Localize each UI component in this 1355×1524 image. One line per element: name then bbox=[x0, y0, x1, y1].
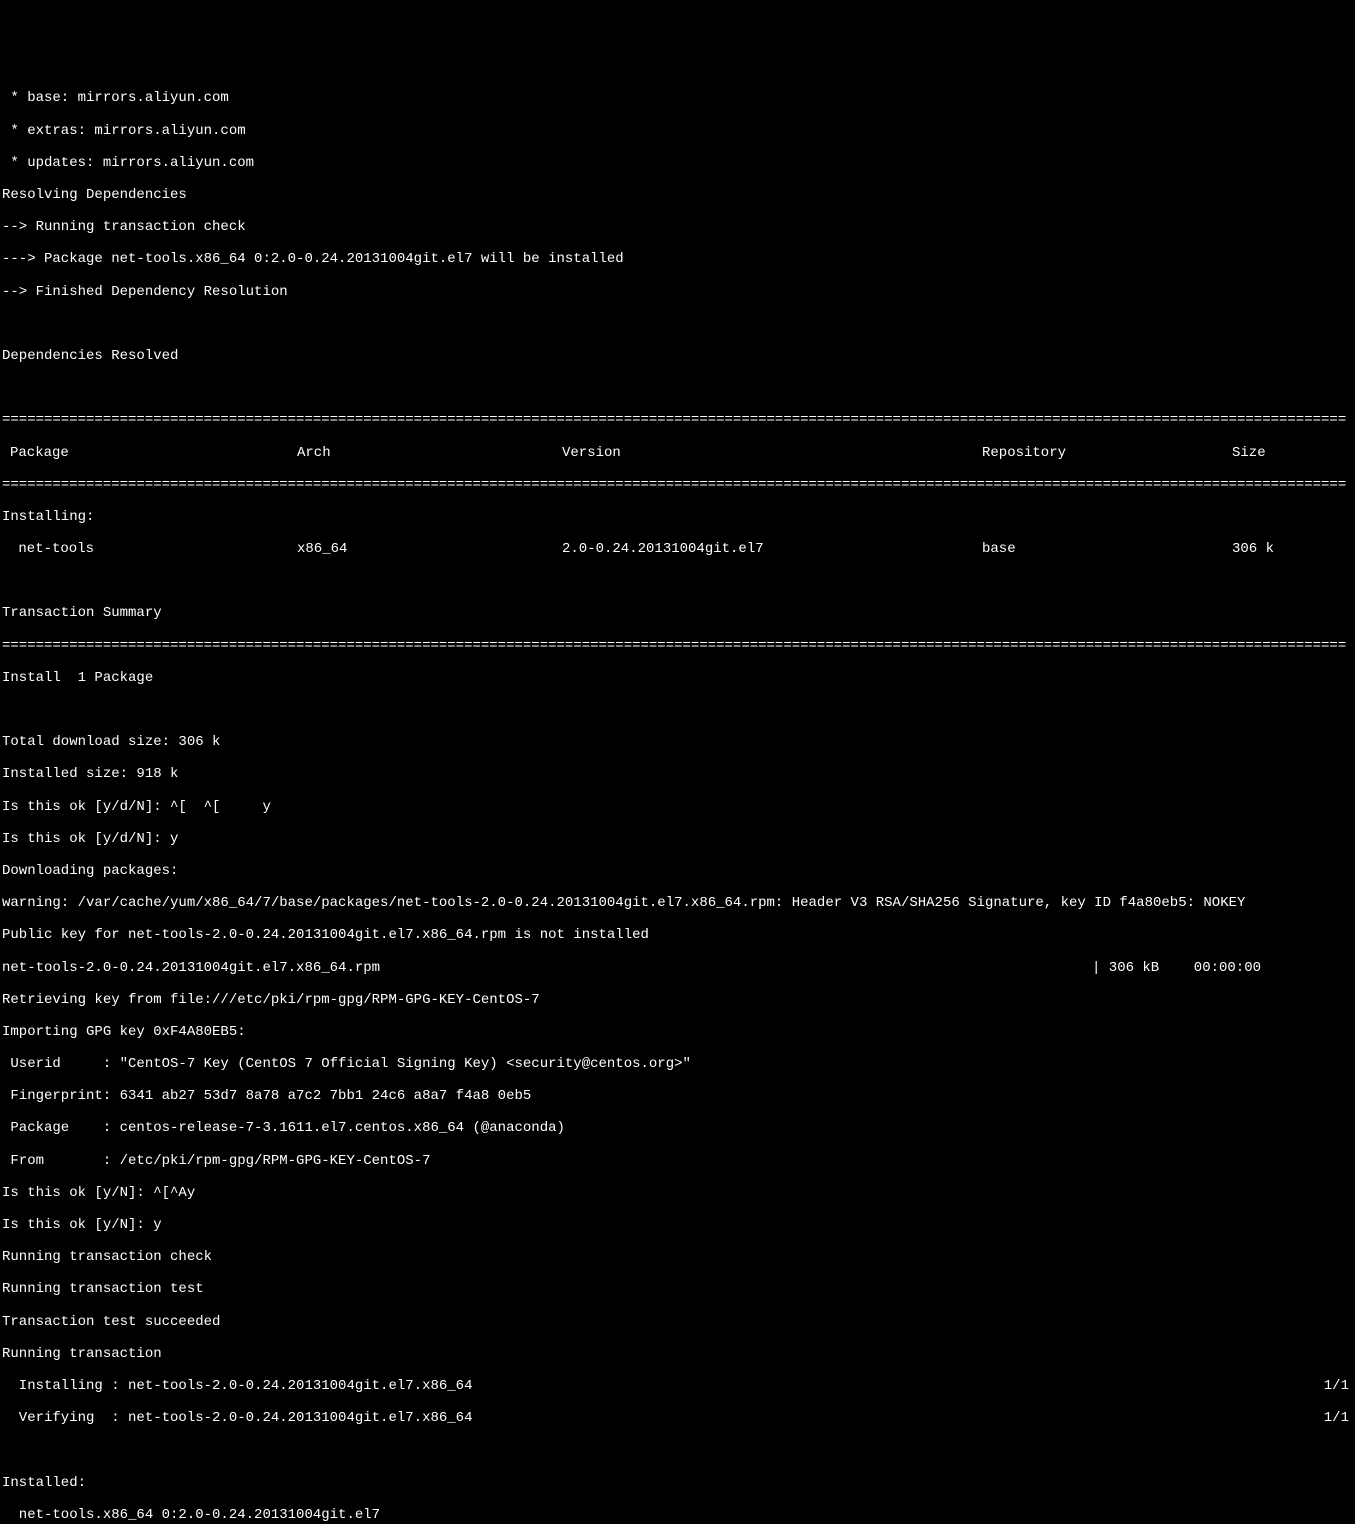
blank-line bbox=[2, 380, 1355, 396]
pkg-arch: x86_64 bbox=[297, 541, 562, 557]
gpg-userid: Userid : "CentOS-7 Key (CentOS 7 Officia… bbox=[2, 1056, 1355, 1072]
header-repository: Repository bbox=[982, 445, 1232, 461]
blank-line bbox=[2, 316, 1355, 332]
pkg-size: 306 k bbox=[1232, 541, 1292, 557]
running-test: Running transaction test bbox=[2, 1281, 1355, 1297]
gpg-package: Package : centos-release-7-3.1611.el7.ce… bbox=[2, 1120, 1355, 1136]
gpg-from: From : /etc/pki/rpm-gpg/RPM-GPG-KEY-Cent… bbox=[2, 1153, 1355, 1169]
gpg-fingerprint: Fingerprint: 6341 ab27 53d7 8a78 a7c2 7b… bbox=[2, 1088, 1355, 1104]
download-total: Total download size: 306 k bbox=[2, 734, 1355, 750]
blank-line bbox=[2, 1442, 1355, 1458]
mirror-base: * base: mirrors.aliyun.com bbox=[2, 90, 1355, 106]
resolving-check: --> Running transaction check bbox=[2, 219, 1355, 235]
prompt-ok1: Is this ok [y/d/N]: ^[ ^[ y bbox=[2, 799, 1355, 815]
installed-title: Installed: bbox=[2, 1475, 1355, 1491]
section-installing: Installing: bbox=[2, 509, 1355, 525]
download-progress: net-tools-2.0-0.24.20131004git.el7.x86_6… bbox=[2, 960, 1355, 976]
pkg-name: net-tools bbox=[2, 541, 297, 557]
rpm-size: | 306 kB bbox=[1092, 960, 1177, 976]
verifying-row: Verifying : net-tools-2.0-0.24.20131004g… bbox=[2, 1410, 1355, 1426]
pkg-version: 2.0-0.24.20131004git.el7 bbox=[562, 541, 982, 557]
install-count: Install 1 Package bbox=[2, 670, 1355, 686]
blank-line bbox=[2, 702, 1355, 718]
downloading: Downloading packages: bbox=[2, 863, 1355, 879]
mirror-updates: * updates: mirrors.aliyun.com bbox=[2, 155, 1355, 171]
txn-summary: Transaction Summary bbox=[2, 605, 1355, 621]
resolving-finished: --> Finished Dependency Resolution bbox=[2, 284, 1355, 300]
pkg-repository: base bbox=[982, 541, 1232, 557]
verifying-text: Verifying : net-tools-2.0-0.24.20131004g… bbox=[2, 1410, 1317, 1426]
table-header: Package Arch Version Repository Size bbox=[2, 445, 1355, 461]
mirror-extras: * extras: mirrors.aliyun.com bbox=[2, 123, 1355, 139]
download-pubkey: Public key for net-tools-2.0-0.24.201310… bbox=[2, 927, 1355, 943]
installing-text: Installing : net-tools-2.0-0.24.20131004… bbox=[2, 1378, 1317, 1394]
package-row: net-tools x86_64 2.0-0.24.20131004git.el… bbox=[2, 541, 1355, 557]
header-arch: Arch bbox=[297, 445, 562, 461]
download-installed: Installed size: 918 k bbox=[2, 766, 1355, 782]
installing-count: 1/1 bbox=[1317, 1378, 1355, 1394]
blank-line bbox=[2, 573, 1355, 589]
divider: ========================================… bbox=[2, 477, 1355, 493]
download-warning: warning: /var/cache/yum/x86_64/7/base/pa… bbox=[2, 895, 1355, 911]
deps-resolved: Dependencies Resolved bbox=[2, 348, 1355, 364]
gpg-prompt1: Is this ok [y/N]: ^[^Ay bbox=[2, 1185, 1355, 1201]
gpg-importing: Importing GPG key 0xF4A80EB5: bbox=[2, 1024, 1355, 1040]
divider: ========================================… bbox=[2, 638, 1355, 654]
gpg-retrieving: Retrieving key from file:///etc/pki/rpm-… bbox=[2, 992, 1355, 1008]
divider: ========================================… bbox=[2, 412, 1355, 428]
running-succeeded: Transaction test succeeded bbox=[2, 1314, 1355, 1330]
resolving-package: ---> Package net-tools.x86_64 0:2.0-0.24… bbox=[2, 251, 1355, 267]
verifying-count: 1/1 bbox=[1317, 1410, 1355, 1426]
gpg-prompt2: Is this ok [y/N]: y bbox=[2, 1217, 1355, 1233]
terminal-output[interactable]: * base: mirrors.aliyun.com * extras: mir… bbox=[2, 74, 1355, 1524]
prompt-ok2: Is this ok [y/d/N]: y bbox=[2, 831, 1355, 847]
header-size: Size bbox=[1232, 445, 1292, 461]
running-txn: Running transaction bbox=[2, 1346, 1355, 1362]
resolving-title: Resolving Dependencies bbox=[2, 187, 1355, 203]
header-version: Version bbox=[562, 445, 982, 461]
installed-pkg: net-tools.x86_64 0:2.0-0.24.20131004git.… bbox=[2, 1507, 1355, 1523]
installing-row: Installing : net-tools-2.0-0.24.20131004… bbox=[2, 1378, 1355, 1394]
header-package: Package bbox=[2, 445, 297, 461]
rpm-name: net-tools-2.0-0.24.20131004git.el7.x86_6… bbox=[2, 960, 1092, 976]
running-check: Running transaction check bbox=[2, 1249, 1355, 1265]
rpm-time: 00:00:00 bbox=[1177, 960, 1257, 976]
